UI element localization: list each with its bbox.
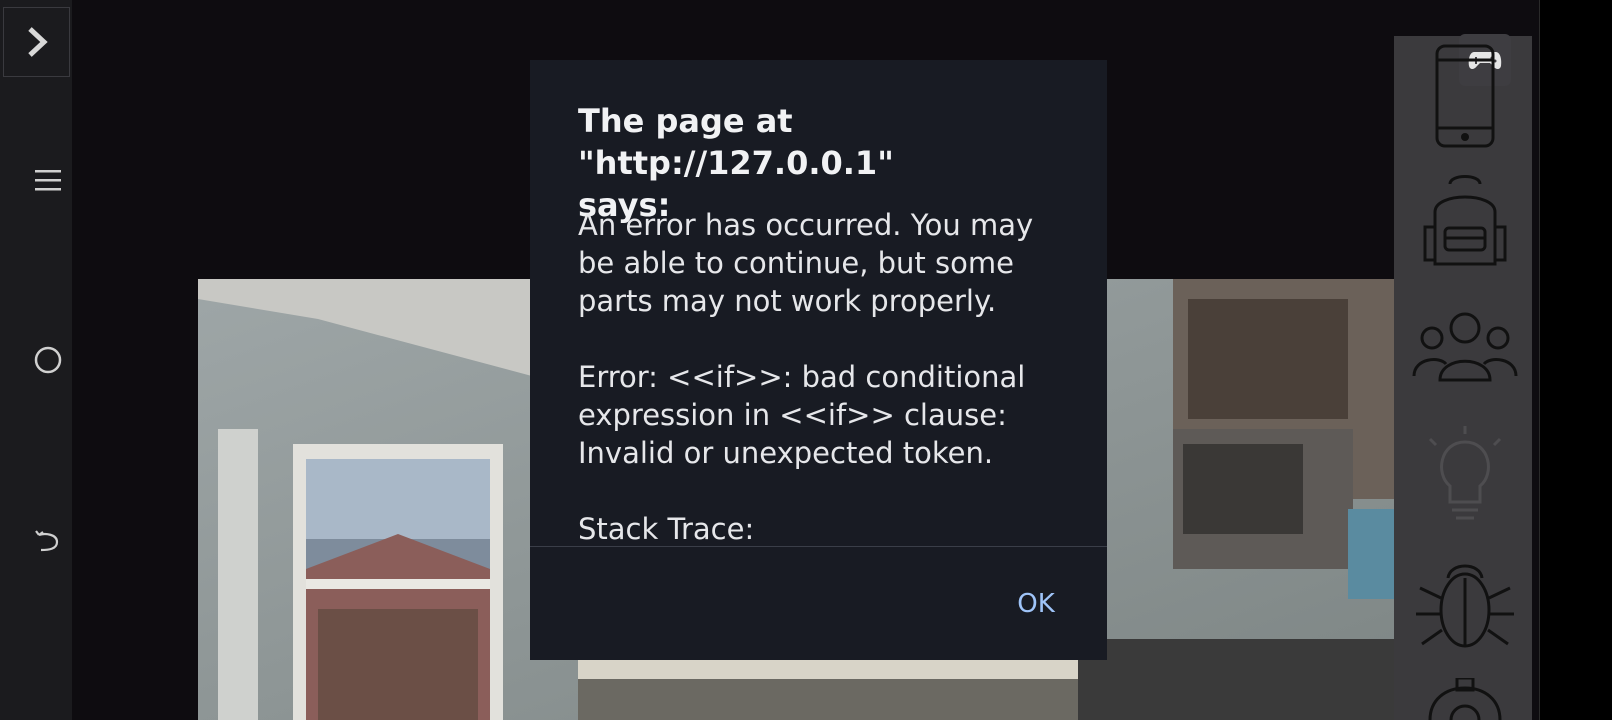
undo-icon: [35, 530, 59, 552]
menu-icon: [35, 170, 61, 191]
menu-button[interactable]: [28, 160, 68, 200]
bug-icon[interactable]: [1410, 548, 1520, 652]
dialog-error-text: Error: <<if>>: bad conditional expressio…: [578, 360, 1026, 470]
home-button[interactable]: [28, 340, 68, 380]
ok-button[interactable]: OK: [996, 582, 1076, 626]
lightbulb-icon[interactable]: [1410, 424, 1520, 524]
gear-icon[interactable]: [1410, 678, 1520, 720]
back-button[interactable]: [28, 520, 68, 560]
people-icon[interactable]: [1410, 310, 1520, 386]
alert-dialog: The page at "http://127.0.0.1" says: An …: [530, 60, 1107, 660]
right-edge-strip: [1539, 0, 1612, 720]
chevron-right-icon: [27, 27, 48, 57]
dialog-message: An error has occurred. You may be able t…: [578, 208, 1034, 318]
backpack-icon[interactable]: [1410, 172, 1520, 272]
circle-icon: [34, 346, 62, 374]
left-sidebar: [0, 0, 73, 720]
sidebar-toggle-button[interactable]: [3, 7, 70, 77]
dialog-divider: [530, 546, 1107, 547]
phone-icon[interactable]: [1410, 44, 1520, 148]
dialog-stack-trace-label: Stack Trace:: [578, 512, 755, 546]
